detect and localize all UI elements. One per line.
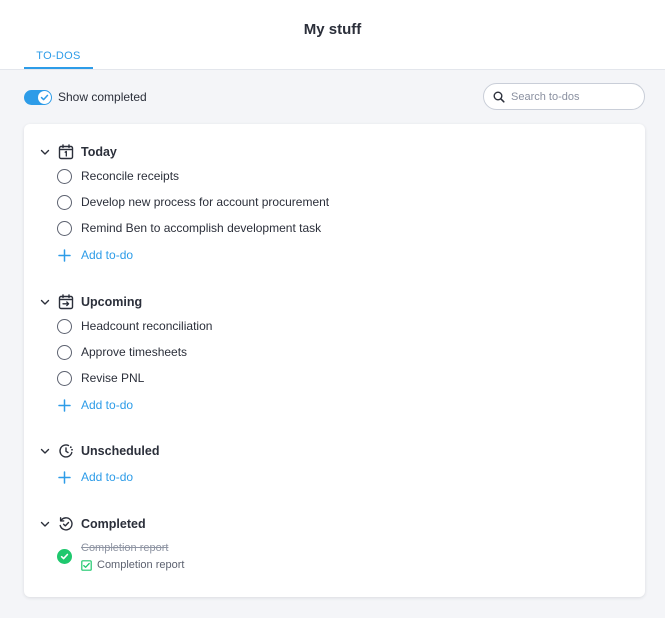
show-completed-label: Show completed: [58, 90, 147, 104]
todo-checkbox[interactable]: [57, 168, 72, 184]
tab-todos[interactable]: TO-DOS: [24, 50, 93, 69]
add-todo-label: Add to-do: [81, 248, 134, 262]
completed-meta-label: Completion report: [97, 559, 185, 571]
toggle-knob: [38, 90, 51, 104]
checkbox-checked-icon: [81, 559, 92, 571]
plus-icon: [57, 248, 72, 263]
todo-label[interactable]: Reconcile receipts: [81, 169, 179, 183]
add-todo-label: Add to-do: [81, 470, 134, 484]
add-todo-today-button[interactable]: Add to-do: [57, 247, 133, 263]
page-title: My stuff: [303, 21, 362, 38]
add-todo-label: Add to-do: [81, 398, 134, 412]
app-header: My stuff TO-DOS: [0, 0, 665, 70]
section-upcoming-title: Upcoming: [81, 295, 143, 309]
todo-item: Approve timesheets: [57, 344, 187, 360]
history-icon: [58, 516, 74, 532]
chevron-down-icon[interactable]: [39, 146, 51, 158]
search-icon: [493, 91, 505, 103]
check-icon: [40, 94, 49, 100]
todo-label[interactable]: Develop new process for account procurem…: [81, 195, 329, 209]
section-upcoming-header[interactable]: Upcoming: [39, 293, 142, 311]
todo-checkbox[interactable]: [57, 370, 72, 386]
search-box[interactable]: [483, 83, 645, 110]
clock-pending-icon: [58, 443, 74, 459]
plus-icon: [57, 398, 72, 413]
show-completed-toggle[interactable]: Show completed: [24, 89, 147, 105]
section-unscheduled-title: Unscheduled: [81, 444, 160, 458]
search-input[interactable]: [511, 90, 631, 103]
add-todo-upcoming-button[interactable]: Add to-do: [57, 397, 133, 413]
todo-checkbox[interactable]: [57, 194, 72, 210]
todo-item: Revise PNL: [57, 370, 144, 386]
todo-list-card: Today Reconcile receipts Develop new pro…: [24, 124, 645, 597]
todo-label[interactable]: Approve timesheets: [81, 345, 187, 359]
todo-label[interactable]: Remind Ben to accomplish development tas…: [81, 221, 321, 235]
completed-todo-label[interactable]: Completion report: [81, 542, 168, 554]
section-completed-header[interactable]: Completed: [39, 515, 146, 533]
plus-icon: [57, 470, 72, 485]
todo-checkbox[interactable]: [57, 318, 72, 334]
add-todo-unscheduled-button[interactable]: Add to-do: [57, 469, 133, 485]
todo-item: Headcount reconciliation: [57, 318, 212, 334]
todo-checkbox[interactable]: [57, 220, 72, 236]
calendar-day-icon: [58, 144, 74, 160]
todo-label[interactable]: Headcount reconciliation: [81, 319, 212, 333]
chevron-down-icon[interactable]: [39, 518, 51, 530]
todo-item: Reconcile receipts: [57, 168, 179, 184]
completed-checkbox[interactable]: [57, 549, 72, 564]
section-completed-title: Completed: [81, 517, 146, 531]
todo-item: Remind Ben to accomplish development tas…: [57, 220, 321, 236]
section-today-title: Today: [81, 145, 117, 159]
completed-todo-meta: Completion report: [81, 558, 184, 572]
calendar-arrow-icon: [58, 294, 74, 310]
chevron-down-icon[interactable]: [39, 445, 51, 457]
todo-checkbox[interactable]: [57, 344, 72, 360]
todo-item: Develop new process for account procurem…: [57, 194, 329, 210]
chevron-down-icon[interactable]: [39, 296, 51, 308]
toggle-switch[interactable]: [24, 89, 52, 105]
check-icon: [60, 553, 69, 560]
todo-label[interactable]: Revise PNL: [81, 371, 144, 385]
section-unscheduled-header[interactable]: Unscheduled: [39, 442, 160, 460]
section-today-header[interactable]: Today: [39, 143, 117, 161]
